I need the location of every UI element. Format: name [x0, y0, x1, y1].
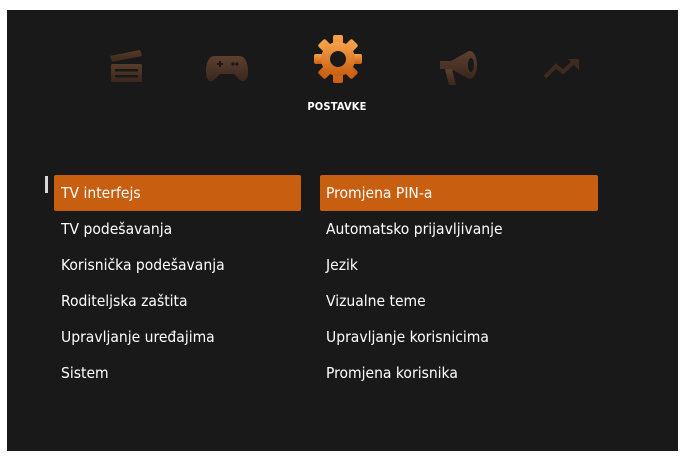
menu-item-korisnicka-podesavanja[interactable]: Korisnička podešavanja	[54, 247, 301, 283]
settings-option-list: Promjena PIN-a Automatsko prijavljivanje…	[320, 175, 598, 391]
menu-item-sistem[interactable]: Sistem	[54, 355, 301, 391]
scroll-indicator	[45, 176, 48, 193]
option-automatsko-prijavljivanje[interactable]: Automatsko prijavljivanje	[320, 211, 598, 247]
active-section-label: POSTAVKE	[307, 100, 367, 113]
menu-item-tv-interfejs[interactable]: TV interfejs	[54, 175, 301, 211]
top-navigation: POSTAVKE	[7, 10, 678, 140]
settings-screen: POSTAVKE TV interfejs TV podešavanja Kor…	[7, 10, 678, 451]
clapperboard-icon[interactable]	[107, 48, 147, 84]
settings-category-list: TV interfejs TV podešavanja Korisnička p…	[54, 175, 301, 391]
menu-item-roditeljska-zastita[interactable]: Roditeljska zaštita	[54, 283, 301, 319]
option-vizualne-teme[interactable]: Vizualne teme	[320, 283, 598, 319]
megaphone-icon[interactable]	[437, 48, 481, 88]
option-jezik[interactable]: Jezik	[320, 247, 598, 283]
option-upravljanje-korisnicima[interactable]: Upravljanje korisnicima	[320, 319, 598, 355]
option-promjena-korisnika[interactable]: Promjena korisnika	[320, 355, 598, 391]
menu-item-tv-podesavanja[interactable]: TV podešavanja	[54, 211, 301, 247]
menu-item-upravljanje-uredajima[interactable]: Upravljanje uređajima	[54, 319, 301, 355]
option-promjena-pin[interactable]: Promjena PIN-a	[320, 175, 598, 211]
gamepad-icon[interactable]	[205, 54, 249, 84]
gear-icon[interactable]	[313, 34, 363, 84]
trend-up-icon[interactable]	[543, 57, 583, 81]
